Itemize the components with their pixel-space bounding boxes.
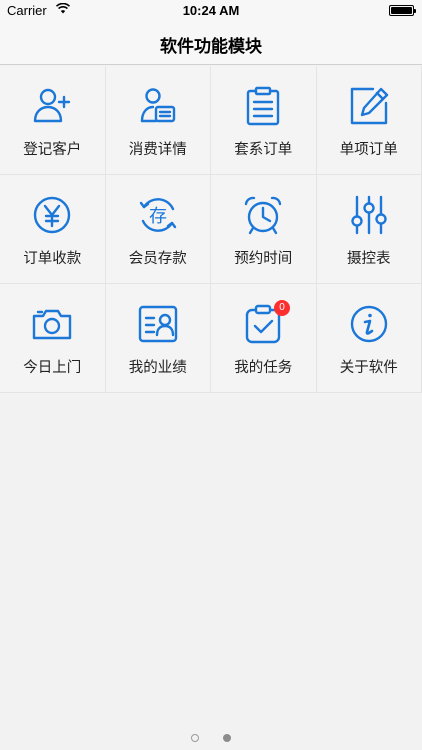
task-count-badge: 0 xyxy=(274,300,290,316)
menu-item-package-order[interactable]: 套系订单 xyxy=(211,66,317,175)
navigation-bar: 软件功能模块 xyxy=(0,20,422,65)
info-icon xyxy=(349,304,389,344)
svg-text:存: 存 xyxy=(149,206,167,227)
camera-icon xyxy=(32,304,72,344)
menu-item-my-performance[interactable]: 我的业绩 xyxy=(105,284,211,393)
battery-icon xyxy=(389,5,416,16)
menu-item-my-tasks[interactable]: 0 我的任务 xyxy=(211,284,317,393)
menu-item-register-customer[interactable]: 登记客户 xyxy=(0,66,106,175)
alarm-clock-icon xyxy=(243,195,283,235)
menu-item-label: 我的任务 xyxy=(234,360,293,376)
user-card-icon xyxy=(138,86,178,126)
menu-item-label: 摄控表 xyxy=(347,251,391,267)
page-dot-1[interactable] xyxy=(191,734,200,742)
menu-item-consumption-details[interactable]: 消费详情 xyxy=(105,66,211,175)
menu-item-label: 今日上门 xyxy=(23,360,82,376)
menu-item-label: 登记客户 xyxy=(23,142,82,158)
menu-item-label: 消费详情 xyxy=(128,142,187,158)
function-grid: 登记客户 消费详情 套系订单 单项订单 订单收款 存 会员存款 预约时间 摄控表… xyxy=(0,66,422,393)
page-control[interactable] xyxy=(0,727,422,742)
sliders-icon xyxy=(349,195,389,235)
status-bar: Carrier 10:24 AM xyxy=(0,0,422,20)
menu-item-label: 预约时间 xyxy=(234,251,293,267)
page-title: 软件功能模块 xyxy=(160,37,262,57)
menu-item-order-payment[interactable]: 订单收款 xyxy=(0,175,106,284)
clock: 10:24 AM xyxy=(182,3,240,18)
performance-icon xyxy=(138,304,178,344)
menu-item-label: 订单收款 xyxy=(23,251,82,267)
yen-icon xyxy=(32,195,72,235)
menu-item-today-visits[interactable]: 今日上门 xyxy=(0,284,106,393)
clipboard-icon xyxy=(243,86,283,126)
menu-item-label: 会员存款 xyxy=(128,251,187,267)
add-user-icon xyxy=(32,86,72,126)
edit-icon xyxy=(349,86,389,126)
menu-item-member-deposit[interactable]: 存 会员存款 xyxy=(105,175,211,284)
menu-item-appointment-time[interactable]: 预约时间 xyxy=(211,175,317,284)
menu-item-label: 单项订单 xyxy=(339,142,398,158)
menu-item-shoot-control-table[interactable]: 摄控表 xyxy=(316,175,422,284)
page-dot-2[interactable] xyxy=(222,734,231,742)
menu-item-single-order[interactable]: 单项订单 xyxy=(316,66,422,175)
deposit-icon: 存 xyxy=(138,195,178,235)
menu-item-label: 关于软件 xyxy=(339,360,398,376)
menu-item-about-software[interactable]: 关于软件 xyxy=(316,284,422,393)
menu-item-label: 我的业绩 xyxy=(128,360,187,376)
menu-item-label: 套系订单 xyxy=(234,142,293,158)
